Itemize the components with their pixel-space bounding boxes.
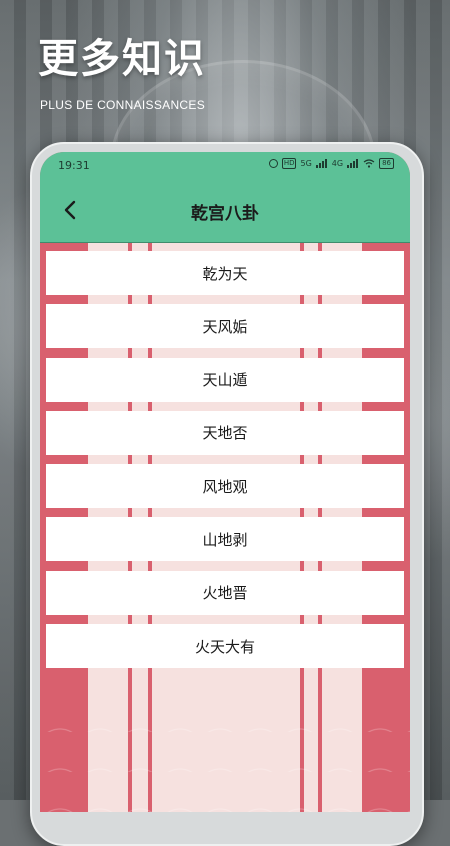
list-item[interactable]: 乾为天 [46,251,404,295]
wifi-icon [363,159,375,168]
hd-icon: HD [281,158,297,169]
app-screen: 19:31 HD 5G 4G 86 乾宫八卦 乾为天 天风姤 天山遁 天地否 风… [40,152,410,812]
list-item[interactable]: 天山遁 [46,357,404,402]
list-item[interactable]: 天地否 [46,410,404,455]
5g-label: 5G [300,159,312,168]
status-icons: HD 5G 4G 86 [268,158,394,169]
list-item[interactable]: 山地剥 [46,517,404,562]
4g-signal-icon [347,159,359,168]
4g-label: 4G [331,159,344,168]
promo-subtitle: PLUS DE CONNAISSANCES [40,98,206,112]
page-title: 乾宫八卦 [191,204,259,224]
hexagram-list: 乾为天 天风姤 天山遁 天地否 风地观 山地剥 火地晋 火天大有 [46,251,404,677]
status-time: 19:31 [58,159,90,172]
alarm-icon [268,159,278,168]
wave-pattern [40,692,410,812]
list-item[interactable]: 火天大有 [46,624,404,669]
list-item[interactable]: 风地观 [46,464,404,509]
app-bar: 19:31 HD 5G 4G 86 乾宫八卦 [40,152,410,243]
promo-title: 更多知识 [38,36,206,82]
status-bar: 19:31 HD 5G 4G 86 [40,152,410,178]
battery-icon: 86 [379,158,394,169]
list-item[interactable]: 天风姤 [46,304,404,349]
list-item[interactable]: 火地晋 [46,570,404,615]
5g-signal-icon [315,159,328,168]
